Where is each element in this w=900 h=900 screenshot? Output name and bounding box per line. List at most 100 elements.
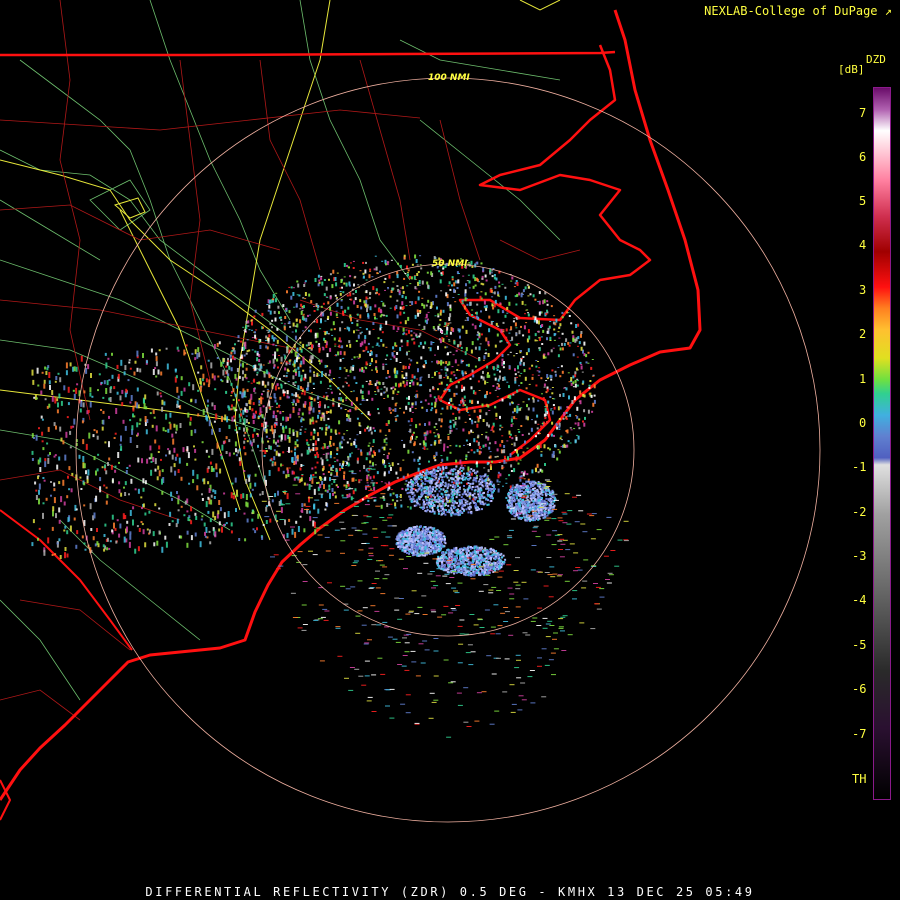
radar-echo-pixel	[60, 496, 63, 503]
radar-echo-pixel	[430, 409, 433, 412]
radar-echo-pixel	[391, 462, 394, 467]
radar-echo-pixel	[106, 537, 109, 542]
radar-echo-pixel	[436, 360, 438, 364]
radar-echo-pixel	[252, 402, 255, 406]
radar-echo-pixel	[341, 494, 344, 497]
radar-echo-pixel	[180, 390, 183, 396]
radar-echo-pixel	[534, 333, 537, 337]
radar-echo-pixel	[522, 362, 525, 366]
radar-echo-pixel	[447, 352, 449, 356]
radar-echo-pixel	[445, 335, 448, 337]
radar-echo-pixel	[374, 393, 377, 395]
radar-echo-pixel	[275, 441, 277, 445]
radar-echo-pixel	[488, 315, 491, 319]
radar-echo-pixel	[365, 468, 368, 472]
radar-echo-pixel	[271, 499, 274, 503]
radar-echo-pixel	[371, 358, 373, 363]
radar-echo-pixel	[490, 288, 493, 290]
radar-echo-pixel	[568, 344, 571, 347]
radar-echo-pixel	[442, 361, 445, 364]
radar-echo-pixel	[491, 497, 494, 500]
radar-echo-pixel	[512, 393, 515, 396]
radar-echo-pixel	[316, 332, 319, 338]
radar-echo-pixel	[302, 330, 305, 332]
radar-echo-pixel	[536, 463, 539, 468]
radar-echo-pixel	[174, 470, 177, 476]
radar-echo-pixel	[429, 471, 432, 474]
radar-echo-pixel	[212, 467, 215, 472]
radar-echo-pixel	[156, 476, 159, 481]
radar-echo-pixel	[487, 344, 490, 347]
radar-echo-pixel	[207, 496, 210, 500]
radar-echo-pixel	[473, 477, 476, 479]
radar-echo-pixel	[352, 390, 355, 392]
radar-echo-pixel	[347, 414, 350, 419]
radar-echo-pixel	[136, 387, 139, 392]
radar-echo-pixel	[339, 445, 342, 449]
radar-echo-pixel	[212, 511, 215, 518]
radar-echo-pixel	[294, 351, 297, 357]
radar-echo-pixel	[470, 386, 473, 390]
radar-echo-pixel	[419, 377, 422, 382]
radar-echo-pixel	[549, 396, 552, 398]
radar-echo-pixel	[477, 417, 480, 422]
radar-echo-pixel	[374, 452, 376, 456]
radar-echo-pixel	[47, 537, 50, 544]
radar-echo-pixel	[517, 485, 520, 488]
radar-echo-pixel	[409, 283, 412, 285]
radar-echo-pixel	[243, 434, 246, 437]
radar-echo-pixel	[286, 347, 289, 354]
radar-echo-pixel	[339, 287, 342, 289]
radar-echo-pixel	[394, 502, 397, 507]
radar-echo-pixel	[546, 404, 549, 408]
radar-echo-pixel	[409, 428, 412, 433]
radar-echo-pixel	[494, 456, 497, 458]
radar-echo-pixel	[507, 395, 510, 397]
radar-echo-pixel	[346, 326, 349, 330]
va-nc-border	[0, 50, 616, 57]
radar-echo-pixel	[153, 416, 156, 419]
radar-echo-pixel	[47, 457, 50, 464]
radar-echo-pixel	[82, 439, 85, 445]
radar-echo-pixel	[480, 478, 483, 481]
radar-echo-pixel	[384, 259, 387, 264]
radar-echo-pixel	[472, 482, 475, 485]
radar-echo-pixel	[551, 369, 554, 372]
radar-echo-pixel	[320, 457, 323, 460]
radar-echo-pixel	[459, 344, 462, 347]
radar-echo-pixel	[343, 474, 345, 479]
radar-echo-pixel	[547, 488, 550, 491]
radar-echo-pixel	[569, 342, 572, 344]
radar-echo-pixel	[221, 526, 223, 533]
radar-echo-pixel	[435, 422, 438, 425]
radar-echo-pixel	[537, 399, 540, 402]
radar-echo-pixel	[471, 421, 474, 425]
radar-echo-pixel	[83, 463, 86, 469]
radar-echo-pixel	[206, 407, 209, 413]
radar-echo-pixel	[361, 341, 364, 346]
radar-echo-pixel	[351, 477, 354, 482]
radar-echo-pixel	[267, 342, 270, 344]
radar-echo-pixel	[503, 361, 505, 364]
radar-echo-pixel	[383, 398, 386, 399]
radar-echo-pixel	[468, 280, 471, 284]
radar-echo-pixel	[49, 452, 51, 455]
radar-echo-pixel	[522, 334, 525, 337]
radar-echo-pixel	[416, 482, 419, 485]
radar-echo-pixel	[322, 453, 325, 455]
radar-echo-pixel	[197, 389, 200, 392]
radar-echo-pixel	[400, 287, 403, 289]
radar-echo-pixel	[379, 324, 382, 328]
radar-echo-pixel	[304, 280, 307, 283]
radar-echo-pixel	[438, 270, 441, 273]
radar-echo-pixel	[474, 486, 477, 489]
radar-echo-pixel	[295, 358, 298, 363]
radar-echo-pixel	[392, 409, 395, 412]
radar-echo-pixel	[262, 405, 265, 408]
radar-echo-pixel	[226, 376, 229, 381]
radar-echo-pixel	[520, 358, 523, 360]
radar-echo-pixel	[459, 341, 462, 346]
radar-echo-pixel	[389, 307, 392, 309]
radar-echo-pixel	[368, 451, 371, 456]
radar-echo-pixel	[567, 372, 570, 374]
